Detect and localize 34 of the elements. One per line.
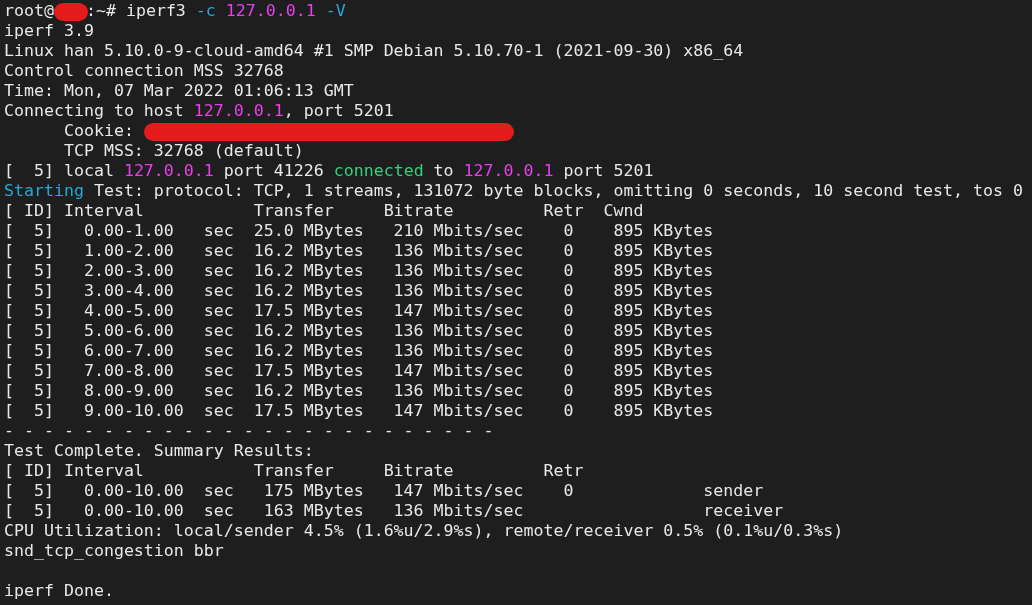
terminal-line: Time: Mon, 07 Mar 2022 01:06:13 GMT xyxy=(4,81,354,101)
terminal-text: root@ xyxy=(4,1,54,20)
terminal-line: [ 5] 4.00-5.00 sec 17.5 MBytes 147 Mbits/sec 0 895 KBytes xyxy=(4,301,714,321)
terminal-line: iperf Done. xyxy=(4,581,114,601)
terminal-line: Test Complete. Summary Results: xyxy=(4,441,314,461)
terminal-line: Control connection MSS 32768 xyxy=(4,61,284,81)
redaction-mark xyxy=(53,2,88,21)
terminal-line: [ 5] 9.00-10.00 sec 17.5 MBytes 147 Mbits/sec 0 895 KBytes xyxy=(4,401,714,421)
terminal-line: [ 5] 8.00-9.00 sec 16.2 MBytes 136 Mbits/sec 0 895 KBytes xyxy=(4,381,714,401)
terminal-line: iperf 3.9 xyxy=(4,21,94,41)
terminal-line: TCP MSS: 32768 (default) xyxy=(62,141,304,161)
terminal-line: [ 5] 5.00-6.00 sec 16.2 MBytes 136 Mbits/sec 0 895 KBytes xyxy=(4,321,714,341)
terminal-line: Linux han 5.10.0-9-cloud-amd64 #1 SMP Debian 5.10.70-1 (2021-09-30) x86_64 xyxy=(4,41,744,61)
terminal-line: - - - - - - - - - - - - - - - - - - - - - - - - - xyxy=(4,421,494,441)
terminal-text: :~# iperf3 xyxy=(85,1,187,20)
terminal-line: [ 5] 1.00-2.00 sec 16.2 MBytes 136 Mbits/sec 0 895 KBytes xyxy=(4,241,714,261)
terminal-line: Connecting to host 127.0.0.1, port 5201 xyxy=(4,101,394,121)
terminal-line: [ 5] 0.00-1.00 sec 25.0 MBytes 210 Mbits/sec 0 895 KBytes xyxy=(4,221,714,241)
terminal-line: [ 5] 0.00-10.00 sec 175 MBytes 147 Mbits/sec 0 sender xyxy=(4,481,764,501)
terminal-text: 127.0.0.1 xyxy=(224,1,316,20)
terminal-line: CPU Utilization: local/sender 4.5% (1.6%u/2.9%s), remote/receiver 0.5% (0.1%u/0.3%s) xyxy=(4,521,844,541)
terminal-text: -V xyxy=(324,1,346,20)
terminal-text: Cookie: xyxy=(62,121,135,140)
terminal-line: [ 5] local 127.0.0.1 port 41226 connected to 127.0.0.1 port 5201 xyxy=(4,161,654,181)
terminal-line: [ 5] 6.00-7.00 sec 16.2 MBytes 136 Mbits/sec 0 895 KBytes xyxy=(4,341,714,361)
terminal-line: [ ID] Interval Transfer Bitrate Retr xyxy=(4,461,584,481)
terminal-line: Starting Test: protocol: TCP, 1 streams, 131072 byte blocks, omitting 0 seconds, 10 second test, tos 0 xyxy=(4,181,1024,201)
terminal-line: [ 5] 7.00-8.00 sec 17.5 MBytes 147 Mbits/sec 0 895 KBytes xyxy=(4,361,714,381)
terminal-line: snd_tcp_congestion bbr xyxy=(4,541,224,561)
terminal-line: [ ID] Interval Transfer Bitrate Retr Cwnd xyxy=(4,201,644,221)
terminal-text: -c xyxy=(195,1,216,20)
terminal-line: [ 5] 2.00-3.00 sec 16.2 MBytes 136 Mbits/sec 0 895 KBytes xyxy=(4,261,714,281)
terminal-line: [ 5] 0.00-10.00 sec 163 MBytes 136 Mbits/sec receiver xyxy=(4,501,784,521)
terminal-line: [ 5] 3.00-4.00 sec 16.2 MBytes 136 Mbits/sec 0 895 KBytes xyxy=(4,281,714,301)
